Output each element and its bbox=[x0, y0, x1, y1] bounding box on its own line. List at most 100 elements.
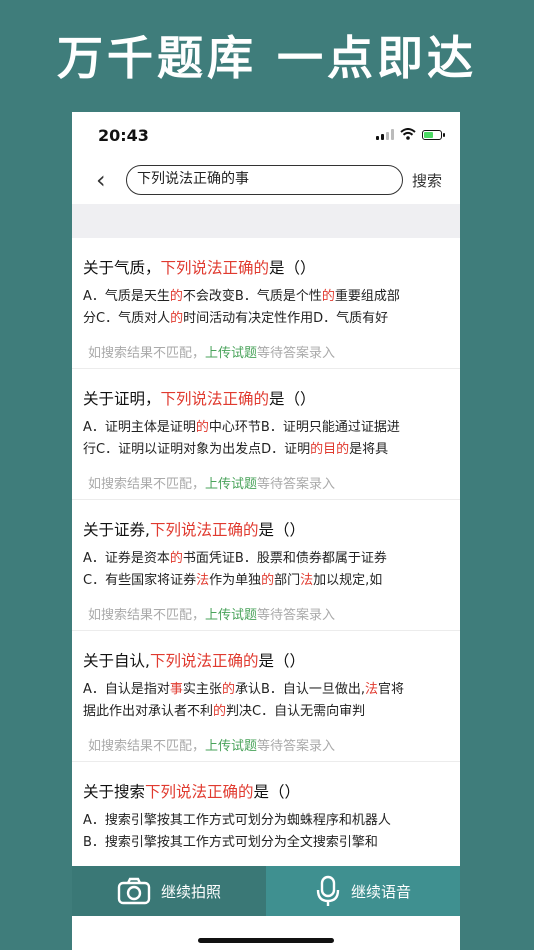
highlight-text: 事 bbox=[169, 682, 183, 697]
continue-voice-button[interactable]: 继续语音 bbox=[266, 866, 460, 916]
text-segment: 关于自认, bbox=[83, 652, 150, 670]
upload-question-link[interactable]: 上传试题 bbox=[205, 608, 257, 623]
text-segment: 承认B．自认一旦做出, bbox=[234, 682, 366, 697]
result-card[interactable]: 关于气质，下列说法正确的是（） A．气质是天生的不会改变B．气质是个性的重要组成部… bbox=[72, 238, 460, 369]
highlight-text: 下列说法正确的 bbox=[149, 521, 259, 539]
continue-photo-button[interactable]: 继续拍照 bbox=[72, 866, 266, 916]
status-time: 20:43 bbox=[98, 126, 149, 145]
answer-line: 据此作出对承认者不利的判决C．自认无需向审判 bbox=[83, 701, 455, 723]
text-segment: 关于搜索 bbox=[83, 783, 146, 801]
highlight-text: 的 bbox=[310, 442, 324, 457]
answer-line: 分C．气质对人的时间活动有决定性作用D．气质有好 bbox=[83, 308, 455, 330]
upload-hint: 如搜索结果不匹配，上传试题等待答案录入 bbox=[88, 604, 335, 623]
highlight-text: 的 bbox=[221, 682, 235, 697]
promo-banner-title: 万千题库 一点即达 bbox=[56, 31, 477, 85]
text-segment: 书面凭证B．股票和债券都属于证券 bbox=[182, 551, 387, 566]
text-segment: 重要组成部 bbox=[334, 289, 400, 304]
text-segment: 判决C．自认无需向审判 bbox=[226, 704, 366, 719]
text-segment: 是（） bbox=[269, 390, 316, 408]
result-card[interactable]: 关于证明，下列说法正确的是（） A．证明主体是证明的中心环节B．证明只能通过证据进… bbox=[72, 369, 460, 500]
continue-voice-label: 继续语音 bbox=[350, 882, 411, 901]
highlight-text: 的 bbox=[321, 289, 335, 304]
highlight-text: 下列说法正确的 bbox=[160, 390, 270, 408]
battery-icon bbox=[422, 130, 445, 140]
result-answer: A．自认是指对事实主张的承认B．自认一旦做出,法官将 据此作出对承认者不利的判决C… bbox=[83, 679, 455, 723]
text-segment: A．自认是指对 bbox=[83, 682, 170, 697]
highlight-text: 的 bbox=[261, 573, 275, 588]
highlight-text: 法 bbox=[365, 682, 379, 697]
upload-hint: 如搜索结果不匹配，上传试题等待答案录入 bbox=[88, 342, 335, 361]
text-segment: 是（） bbox=[258, 652, 305, 670]
result-card[interactable]: 关于证券,下列说法正确的是（） A．证券是资本的书面凭证B．股票和债券都属于证券 C… bbox=[72, 500, 460, 631]
text-segment: 是（） bbox=[258, 521, 305, 539]
upload-question-link[interactable]: 上传试题 bbox=[205, 477, 257, 492]
highlight-text: 下列说法正确的 bbox=[149, 652, 259, 670]
search-input[interactable]: 下列说法正确的事 bbox=[126, 165, 403, 195]
text-segment: 关于气质， bbox=[83, 259, 161, 277]
result-answer: A．搜索引擎按其工作方式可划分为蜘蛛程序和机器人 B．搜索引擎按其工作方式可划分为… bbox=[83, 810, 455, 854]
text-segment: 加以规定,如 bbox=[313, 573, 383, 588]
hint-prefix: 如搜索结果不匹配， bbox=[88, 739, 206, 754]
highlight-text: 法 bbox=[196, 573, 210, 588]
text-segment: 官将 bbox=[378, 682, 405, 697]
results-header-band bbox=[72, 204, 460, 238]
bottom-toolbar: 继续拍照 继续语音 bbox=[72, 866, 460, 916]
highlight-text: 的 bbox=[169, 289, 183, 304]
text-segment: 行C．证明以证明对象为出发点D．证明 bbox=[83, 442, 311, 457]
wifi-icon bbox=[400, 128, 416, 140]
back-chevron-icon[interactable]: ‹ bbox=[96, 166, 106, 194]
continue-photo-label: 继续拍照 bbox=[160, 882, 221, 901]
result-answer: A．证明主体是证明的中心环节B．证明只能通过证据进 行C．证明以证明对象为出发点D… bbox=[83, 417, 455, 461]
hint-prefix: 如搜索结果不匹配， bbox=[88, 346, 206, 361]
hint-suffix: 等待答案录入 bbox=[257, 739, 336, 754]
text-segment: 作为单独 bbox=[209, 573, 262, 588]
result-question: 关于自认,下列说法正确的是（） bbox=[83, 649, 305, 671]
answer-line: 行C．证明以证明对象为出发点D．证明的目的是将具 bbox=[83, 439, 455, 461]
result-question: 关于证明，下列说法正确的是（） bbox=[83, 387, 316, 409]
text-segment: 关于证券, bbox=[83, 521, 150, 539]
highlight-text: 下列说法正确的 bbox=[160, 259, 270, 277]
text-segment: 据此作出对承认者不利 bbox=[83, 704, 214, 719]
text-segment: 实主张 bbox=[182, 682, 222, 697]
signal-icon bbox=[376, 129, 394, 140]
text-segment: A．气质是天生 bbox=[83, 289, 170, 304]
highlight-text: 的 bbox=[336, 442, 350, 457]
hint-suffix: 等待答案录入 bbox=[257, 608, 336, 623]
text-segment: 是（） bbox=[269, 259, 316, 277]
upload-hint: 如搜索结果不匹配，上传试题等待答案录入 bbox=[88, 735, 335, 754]
answer-line: A．自认是指对事实主张的承认B．自认一旦做出,法官将 bbox=[83, 679, 455, 701]
status-bar: 20:43 bbox=[72, 112, 460, 158]
text-segment: C．有些国家将证券 bbox=[83, 573, 197, 588]
hint-suffix: 等待答案录入 bbox=[257, 477, 336, 492]
result-answer: A．气质是天生的不会改变B．气质是个性的重要组成部 分C．气质对人的时间活动有决定… bbox=[83, 286, 455, 330]
text-segment: A．证券是资本 bbox=[83, 551, 170, 566]
upload-hint: 如搜索结果不匹配，上传试题等待答案录入 bbox=[88, 473, 335, 492]
text-segment: 是（） bbox=[253, 783, 301, 801]
search-button[interactable]: 搜索 bbox=[412, 170, 442, 191]
upload-question-link[interactable]: 上传试题 bbox=[205, 346, 257, 361]
text-segment: 分C．气质对人 bbox=[83, 311, 171, 326]
hint-prefix: 如搜索结果不匹配， bbox=[88, 608, 206, 623]
text-segment: 中心环节B．证明只能通过证据进 bbox=[208, 420, 400, 435]
highlight-text: 法 bbox=[300, 573, 314, 588]
answer-line: A．气质是天生的不会改变B．气质是个性的重要组成部 bbox=[83, 286, 455, 308]
answer-line: A．证券是资本的书面凭证B．股票和债券都属于证券 bbox=[83, 548, 455, 570]
highlight-text: 的 bbox=[213, 704, 227, 719]
result-answer: A．证券是资本的书面凭证B．股票和债券都属于证券 C．有些国家将证券法作为单独的部… bbox=[83, 548, 455, 592]
answer-line: B．搜索引擎按其工作方式可划分为全文搜索引擎和 bbox=[83, 832, 455, 854]
upload-question-link[interactable]: 上传试题 bbox=[205, 739, 257, 754]
hint-suffix: 等待答案录入 bbox=[257, 346, 336, 361]
text-segment: 是将具 bbox=[349, 442, 389, 457]
answer-line: A．证明主体是证明的中心环节B．证明只能通过证据进 bbox=[83, 417, 455, 439]
answer-line: A．搜索引擎按其工作方式可划分为蜘蛛程序和机器人 bbox=[83, 810, 455, 832]
text-segment: 部门 bbox=[274, 573, 301, 588]
camera-icon bbox=[117, 877, 151, 905]
highlight-text: 的 bbox=[170, 311, 184, 326]
text-segment: A．证明主体是证明 bbox=[83, 420, 196, 435]
answer-line: C．有些国家将证券法作为单独的部门法加以规定,如 bbox=[83, 570, 455, 592]
microphone-icon bbox=[316, 875, 340, 906]
text-segment: 时间活动有决定性作用D．气质有好 bbox=[183, 311, 389, 326]
result-card[interactable]: 关于自认,下列说法正确的是（） A．自认是指对事实主张的承认B．自认一旦做出,法官… bbox=[72, 631, 460, 762]
text-segment: A．搜索引擎按其工作方式可划分为蜘蛛程序和机器人 bbox=[83, 813, 391, 828]
home-indicator bbox=[198, 938, 334, 943]
